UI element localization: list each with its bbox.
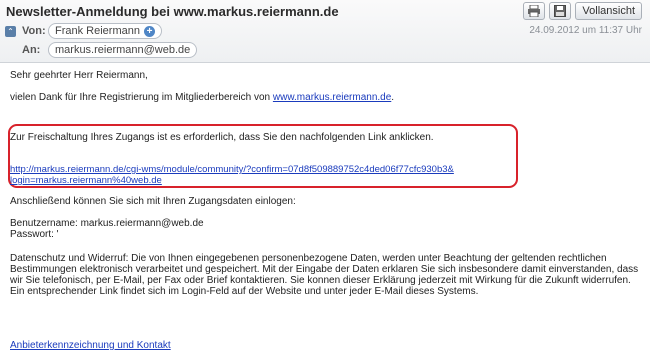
email-toolbar: Vollansicht (523, 2, 642, 20)
sender-chip[interactable]: Frank Reiermann + (48, 23, 162, 39)
credentials: Benutzername: markus.reiermann@web.de Pa… (10, 218, 204, 240)
imprint-paragraph: Anbieterkennzeichnung und Kontakt (10, 340, 171, 351)
privacy-paragraph: Datenschutz und Widerruf: Die von Ihnen … (10, 253, 639, 297)
activation-link-line2[interactable]: login=markus.reiermann%40web.de (10, 175, 162, 186)
fullview-button[interactable]: Vollansicht (575, 2, 642, 20)
activation-link-line1[interactable]: http://markus.reiermann.de/cgi-wms/modul… (10, 164, 454, 175)
printer-icon (528, 5, 541, 17)
imprint-link[interactable]: Anbieterkennzeichnung und Kontakt (10, 340, 171, 351)
thanks-text: vielen Dank für Ihre Registrierung im Mi… (10, 92, 273, 103)
add-contact-icon[interactable]: + (143, 25, 155, 37)
email-header: Newsletter-Anmeldung bei www.markus.reie… (0, 0, 650, 63)
to-label: An: (22, 44, 41, 56)
save-button[interactable] (549, 2, 572, 20)
username-line: Benutzername: markus.reiermann@web.de (10, 218, 204, 229)
email-date: 24.09.2012 um 11:37 Uhr (529, 25, 642, 36)
activation-text: Zur Freischaltung Ihres Zugangs ist es e… (10, 132, 434, 143)
recipient-chip[interactable]: markus.reiermann@web.de (48, 42, 198, 58)
password-line: Passwort: ' (10, 229, 59, 240)
website-link[interactable]: www.markus.reiermann.de (273, 92, 391, 103)
recipient-address: markus.reiermann@web.de (55, 44, 191, 56)
email-subject: Newsletter-Anmeldung bei www.markus.reie… (6, 4, 339, 19)
thanks-suffix: . (391, 92, 395, 103)
to-row: An: markus.reiermann@web.de (5, 42, 198, 58)
collapse-icon[interactable]: ⌃ (5, 25, 16, 37)
sender-name: Frank Reiermann (55, 25, 140, 37)
thanks-paragraph: vielen Dank für Ihre Registrierung im Mi… (10, 92, 394, 103)
activation-link[interactable]: http://markus.reiermann.de/cgi-wms/modul… (10, 164, 515, 186)
login-instructions: Anschließend können Sie sich mit Ihren Z… (10, 196, 296, 207)
print-button[interactable] (523, 2, 546, 20)
salutation: Sehr geehrter Herr Reiermann, (10, 70, 148, 81)
from-row: ⌃ Von: Frank Reiermann + (5, 23, 162, 39)
save-icon (554, 5, 567, 17)
from-label: Von: (22, 25, 46, 37)
